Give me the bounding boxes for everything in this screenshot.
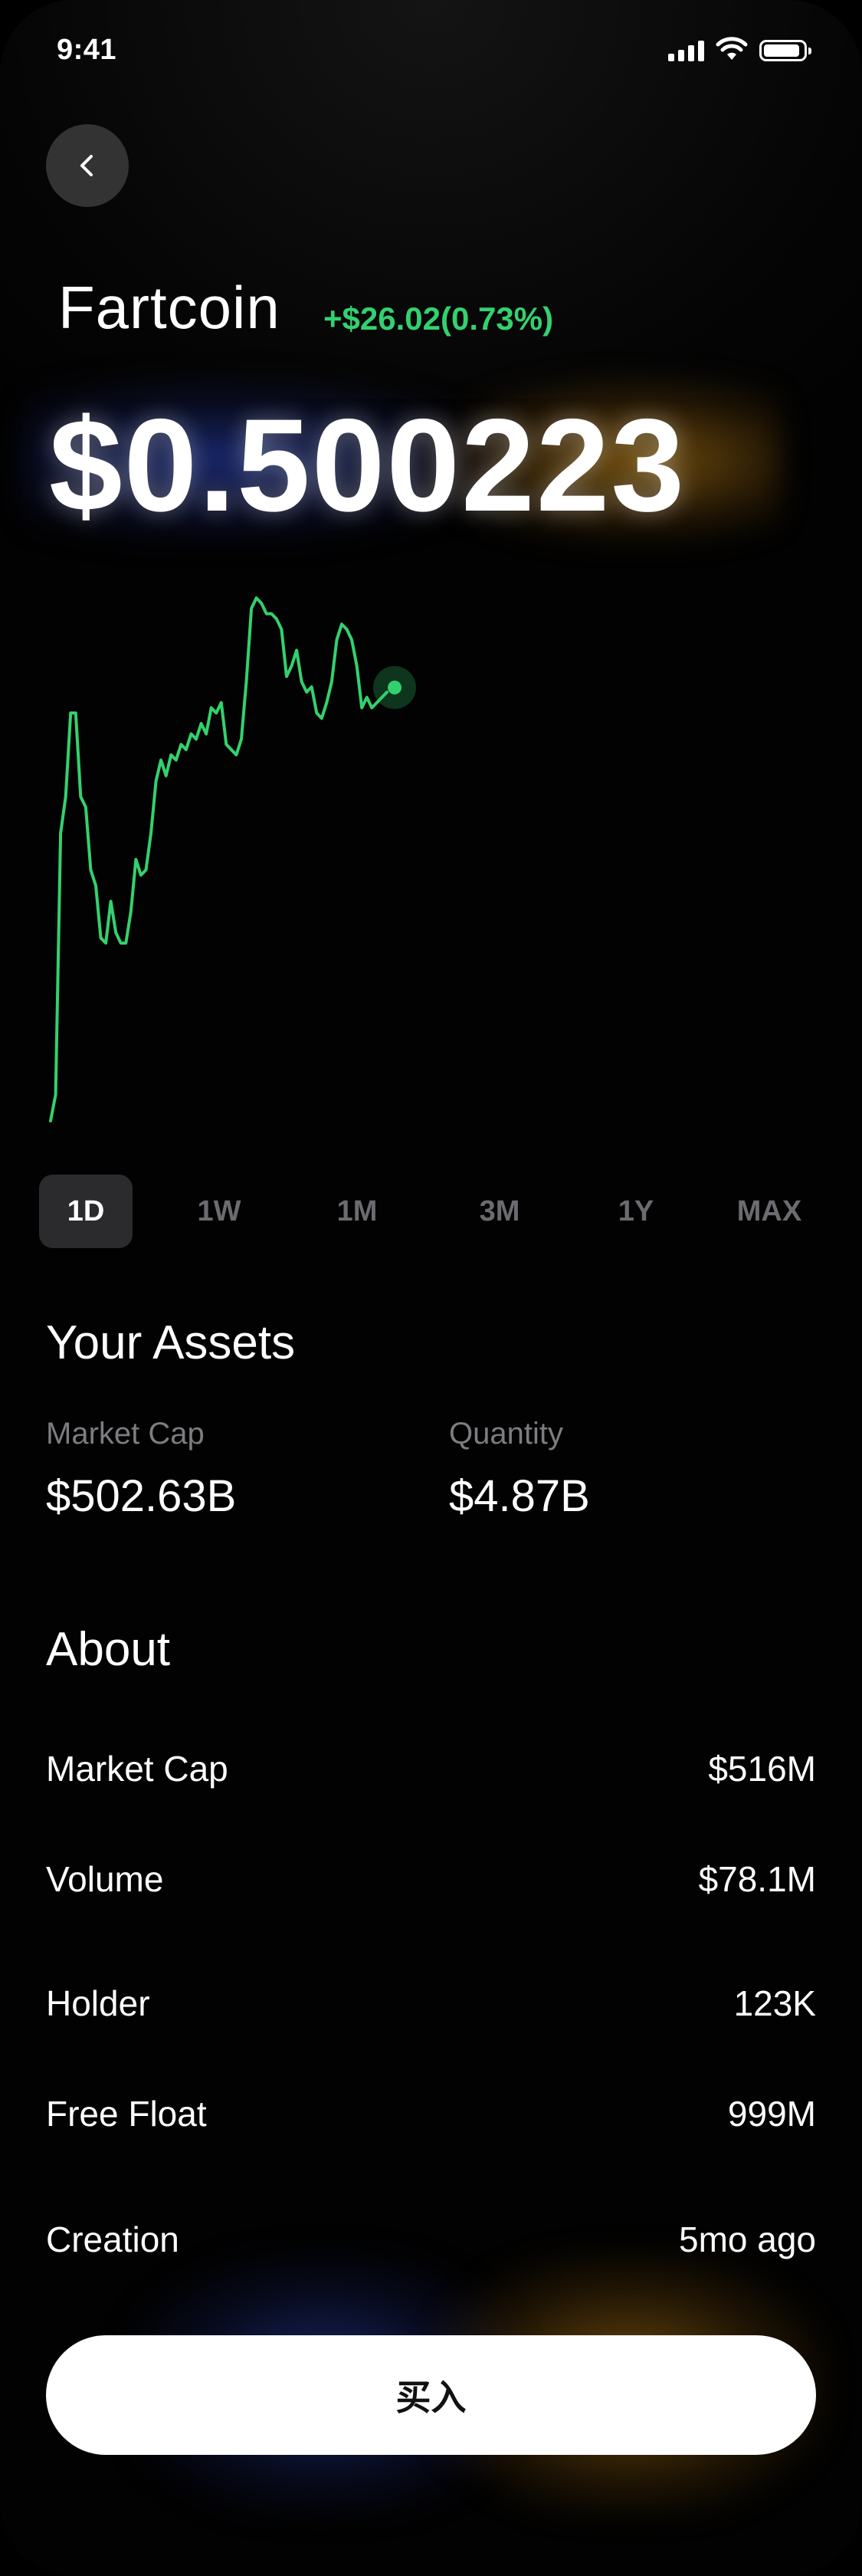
cellular-signal-icon bbox=[668, 40, 704, 61]
price-line bbox=[49, 596, 388, 1122]
range-tab-max[interactable]: MAX bbox=[723, 1175, 815, 1248]
range-tabs: 1D 1W 1M 3M 1Y MAX bbox=[37, 1175, 826, 1248]
about-label: Volume bbox=[46, 1859, 164, 1899]
about-row: Volume $78.1M bbox=[46, 1858, 816, 1900]
chevron-left-icon bbox=[80, 155, 93, 176]
current-point bbox=[388, 680, 402, 695]
assets-title: Your Assets bbox=[46, 1316, 296, 1369]
range-tab-1y[interactable]: 1Y bbox=[590, 1175, 682, 1248]
about-label: Holder bbox=[46, 1983, 150, 2023]
phone-screen: 9:41 Fartcoin +$26.02(0.73%) $0.500223 1… bbox=[0, 0, 862, 2576]
about-label: Free Float bbox=[46, 2094, 207, 2134]
quantity-label: Quantity bbox=[449, 1417, 563, 1451]
range-tab-1w[interactable]: 1W bbox=[173, 1175, 265, 1248]
quantity-value: $4.87B bbox=[449, 1471, 590, 1521]
about-row: Free Float 999M bbox=[46, 2093, 816, 2134]
market-cap-label: Market Cap bbox=[46, 1417, 205, 1451]
price-chart[interactable] bbox=[0, 567, 862, 1150]
range-tab-1m[interactable]: 1M bbox=[311, 1175, 403, 1248]
range-tab-3m[interactable]: 3M bbox=[454, 1175, 546, 1248]
wifi-icon bbox=[716, 37, 748, 60]
about-row: Market Cap $516M bbox=[46, 1748, 816, 1789]
coin-name: Fartcoin bbox=[58, 274, 280, 341]
about-row: Holder 123K bbox=[46, 1983, 816, 2024]
status-icons bbox=[668, 37, 811, 61]
about-label: Market Cap bbox=[46, 1749, 228, 1789]
about-title: About bbox=[46, 1623, 171, 1676]
battery-icon bbox=[759, 40, 811, 61]
about-value: 123K bbox=[733, 1983, 816, 2023]
back-button[interactable] bbox=[46, 124, 129, 207]
range-tab-1d[interactable]: 1D bbox=[39, 1175, 133, 1248]
price-block: $0.500223 bbox=[23, 360, 782, 552]
about-value: 999M bbox=[727, 2094, 816, 2134]
buy-button[interactable]: 买入 bbox=[46, 2335, 816, 2455]
market-cap-value: $502.63B bbox=[46, 1471, 237, 1521]
price-change: +$26.02(0.73%) bbox=[323, 301, 554, 337]
about-value: $78.1M bbox=[698, 1859, 816, 1899]
coin-price: $0.500223 bbox=[49, 392, 687, 539]
status-time: 9:41 bbox=[57, 34, 117, 66]
about-value: $516M bbox=[708, 1749, 816, 1789]
